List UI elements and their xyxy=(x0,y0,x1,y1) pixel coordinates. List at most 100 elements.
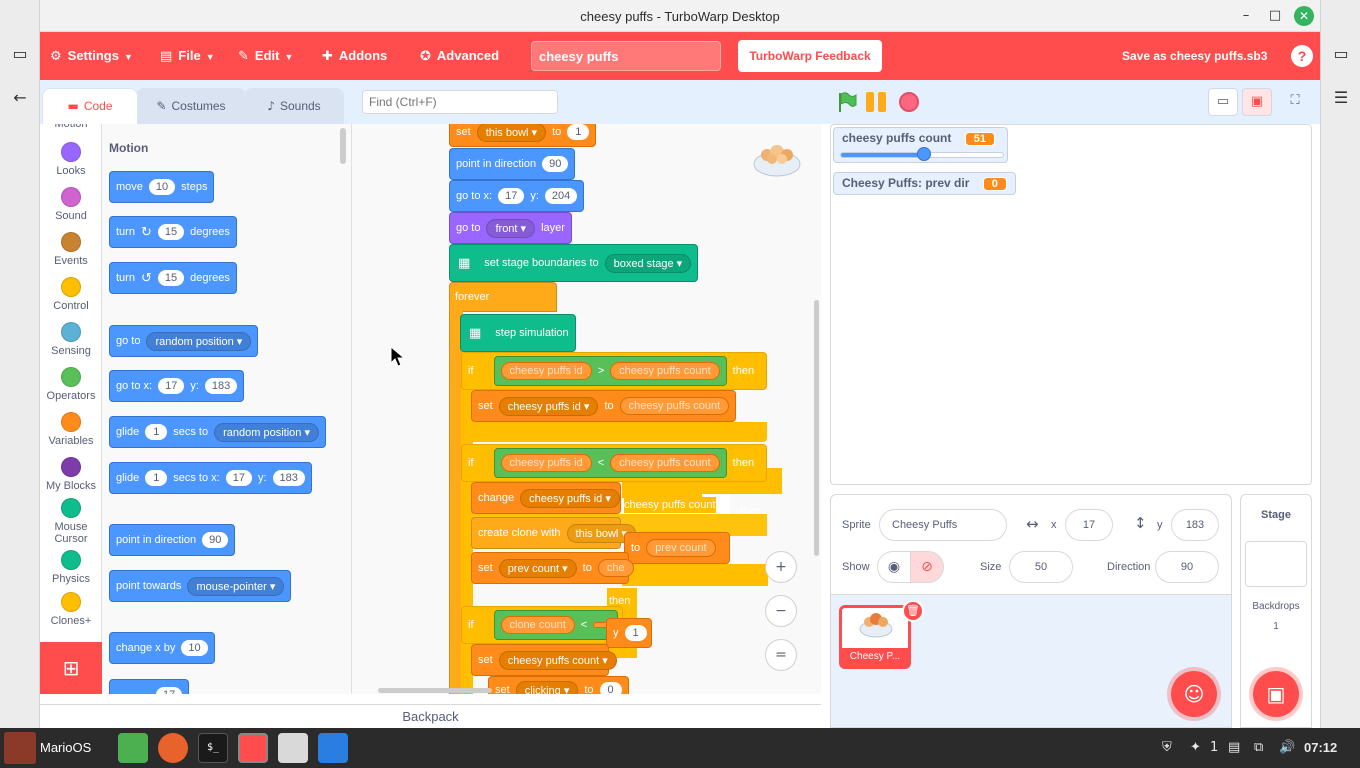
block-value-input[interactable]: 1 xyxy=(567,124,590,140)
block-dropdown[interactable]: random position ▾ xyxy=(146,331,252,351)
turn-left-block[interactable]: turn ↺ 15 degrees xyxy=(109,262,237,294)
volume-icon[interactable]: 🔊 xyxy=(1279,740,1295,755)
sprite-name-input[interactable] xyxy=(879,509,1007,541)
advanced-menu[interactable]: ✪ Advanced xyxy=(420,32,499,80)
set-this-bowl-block[interactable]: set this bowl ▾ to 1 xyxy=(449,124,597,147)
firefox-app-icon[interactable] xyxy=(158,733,188,763)
block-number-input[interactable]: 10 xyxy=(181,640,208,656)
reporter-cheesy-puffs-count[interactable]: che xyxy=(597,559,634,577)
addons-menu[interactable]: ✚ Addons xyxy=(322,32,387,80)
sprite-tile[interactable]: Cheesy P... 🗑 xyxy=(839,600,924,669)
variable-monitor-prev-dir[interactable]: Cheesy Puffs: prev dir 0 xyxy=(833,172,1016,195)
normal-stage-button[interactable]: ▣ xyxy=(1242,88,1272,116)
block-dropdown[interactable]: cheesy puffs id ▾ xyxy=(498,396,599,416)
edit-menu[interactable]: ✎ Edit ▼ xyxy=(238,32,293,80)
category-sensing[interactable]: Sensing xyxy=(40,322,102,357)
step-simulation-block[interactable]: ▦ step simulation xyxy=(460,314,576,352)
window-icon[interactable]: ▭ xyxy=(1321,44,1360,63)
block-dropdown[interactable]: cheesy puffs id ▾ xyxy=(520,488,620,508)
forever-block[interactable]: forever xyxy=(449,282,557,312)
zoom-in-button[interactable]: + xyxy=(765,551,797,583)
workspace-horizontal-scrollbar[interactable] xyxy=(378,688,492,693)
close-button[interactable]: ✕ xyxy=(1294,6,1314,26)
zoom-reset-button[interactable]: = xyxy=(765,639,797,671)
block-dropdown[interactable]: random position ▾ xyxy=(214,422,319,442)
reporter-cheesy-puffs-id[interactable]: cheesy puffs id xyxy=(500,454,592,472)
block-number-input[interactable]: 17 xyxy=(156,687,183,694)
workspace-vertical-scrollbar[interactable] xyxy=(814,300,819,556)
file-menu[interactable]: ▤ File ▼ xyxy=(160,32,215,80)
if-block[interactable]: if cheesy puffs id > cheesy puffs count … xyxy=(461,352,767,390)
zoom-out-button[interactable]: − xyxy=(765,595,797,627)
show-visible-button[interactable]: ◉ xyxy=(877,551,911,583)
reporter-cheesy-puffs-count[interactable]: cheesy puffs count xyxy=(610,362,720,380)
create-clone-block[interactable]: create clone with this bowl ▾ xyxy=(471,517,636,549)
add-sprite-button[interactable]: ☺ xyxy=(1171,671,1217,717)
block-number-input[interactable]: 204 xyxy=(544,188,578,204)
greater-than-operator[interactable]: cheesy puffs id > cheesy puffs count xyxy=(493,356,727,386)
stage-canvas[interactable]: cheesy puffs count 51 Cheesy Puffs: prev… xyxy=(830,124,1312,485)
save-as-button[interactable]: Save as cheesy puffs.sb3 xyxy=(1122,32,1267,80)
change-x-block[interactable]: change x by 10 xyxy=(109,632,215,664)
y-input[interactable] xyxy=(1171,509,1219,541)
category-mouse-cursor[interactable]: Mouse Cursor xyxy=(40,498,102,545)
block-number-input[interactable]: 1 xyxy=(145,424,168,440)
go-to-layer-block[interactable]: go to front ▾ layer xyxy=(449,212,572,244)
set-stage-boundaries-block[interactable]: ▦ set stage boundaries to boxed stage ▾ xyxy=(449,244,699,282)
block-number-input[interactable]: 1 xyxy=(145,470,168,486)
category-looks[interactable]: Looks xyxy=(40,142,102,177)
stage-thumbnail[interactable] xyxy=(1245,541,1307,587)
pause-button[interactable] xyxy=(866,92,888,112)
category-sound[interactable]: Sound xyxy=(40,187,102,222)
block-dropdown[interactable]: this bowl ▾ xyxy=(476,124,547,142)
settings-menu[interactable]: ⚙ Settings ▼ xyxy=(50,32,133,80)
category-events[interactable]: Events xyxy=(40,232,102,267)
add-extension-button[interactable]: ⊞ xyxy=(40,642,102,694)
block-number-input[interactable]: 17 xyxy=(225,470,252,486)
glide-block[interactable]: glide 1 secs to random position ▾ xyxy=(109,416,326,448)
tab-costumes[interactable]: ✎ Costumes xyxy=(136,88,246,124)
clock[interactable]: 07:12 xyxy=(1304,740,1337,755)
glide-xy-block[interactable]: glide 1 secs to x: 17 y: 183 xyxy=(109,462,312,494)
fullscreen-icon[interactable]: ⛶ xyxy=(1280,88,1310,116)
trash-icon[interactable]: 🗑 xyxy=(902,600,924,622)
less-than-operator[interactable]: clone count < xyxy=(493,610,619,640)
point-towards-block[interactable]: point towards mouse-pointer ▾ xyxy=(109,570,292,602)
block-dropdown[interactable]: front ▾ xyxy=(486,218,536,238)
stop-button[interactable] xyxy=(899,92,919,112)
set-clicking-block[interactable]: set clicking ▾ to 0 xyxy=(488,676,629,694)
set-x-block[interactable]: 17 xyxy=(109,679,190,694)
block-number-input[interactable]: 90 xyxy=(542,156,569,172)
files-app-icon[interactable] xyxy=(118,733,148,763)
block-dropdown[interactable]: prev count ▾ xyxy=(498,558,577,578)
category-control[interactable]: Control xyxy=(40,277,102,312)
block-dropdown[interactable]: boxed stage ▾ xyxy=(604,253,692,273)
script-workspace[interactable]: forever set this bowl ▾ to 1 point in di… xyxy=(352,124,821,694)
x-input[interactable] xyxy=(1065,509,1113,541)
project-title-input[interactable] xyxy=(531,41,721,71)
tab-code[interactable]: ▬ Code xyxy=(42,88,138,124)
minimize-button[interactable]: – xyxy=(1236,6,1256,26)
variable-monitor-count[interactable]: cheesy puffs count 51 xyxy=(833,127,1008,163)
reporter-cheesy-puffs-id[interactable]: cheesy puffs id xyxy=(500,362,592,380)
less-than-operator[interactable]: cheesy puffs id < cheesy puffs count xyxy=(493,448,727,478)
add-backdrop-button[interactable]: ▣ xyxy=(1253,671,1299,717)
maximize-button[interactable]: □ xyxy=(1265,6,1285,26)
set-variable-block[interactable]: set cheesy puffs id ▾ to cheesy puffs co… xyxy=(471,390,737,422)
set-prev-count-block[interactable]: set prev count ▾ to che xyxy=(471,552,634,584)
find-input[interactable] xyxy=(362,90,558,114)
block-number-input[interactable]: 183 xyxy=(272,470,305,486)
clipboard-icon[interactable]: ▤ xyxy=(1228,740,1240,755)
hamburger-menu-icon[interactable]: ☰ xyxy=(1321,88,1360,107)
reporter-clone-count[interactable]: clone count xyxy=(500,616,575,634)
point-direction-block[interactable]: point in direction 90 xyxy=(109,524,236,556)
point-direction-block[interactable]: point in direction 90 xyxy=(449,148,576,180)
network-icon[interactable]: ⧉ xyxy=(1254,740,1263,755)
text-editor-app-icon[interactable] xyxy=(318,733,348,763)
shield-icon[interactable]: ⛨ xyxy=(1162,740,1172,755)
if-block[interactable]: if clone count < xyxy=(461,606,623,644)
show-hidden-button[interactable]: ⊘ xyxy=(910,551,944,583)
block-value-input[interactable]: 0 xyxy=(599,682,622,694)
small-stage-button[interactable]: ▭ xyxy=(1208,88,1238,116)
category-clones[interactable]: Clones+ xyxy=(40,592,102,627)
